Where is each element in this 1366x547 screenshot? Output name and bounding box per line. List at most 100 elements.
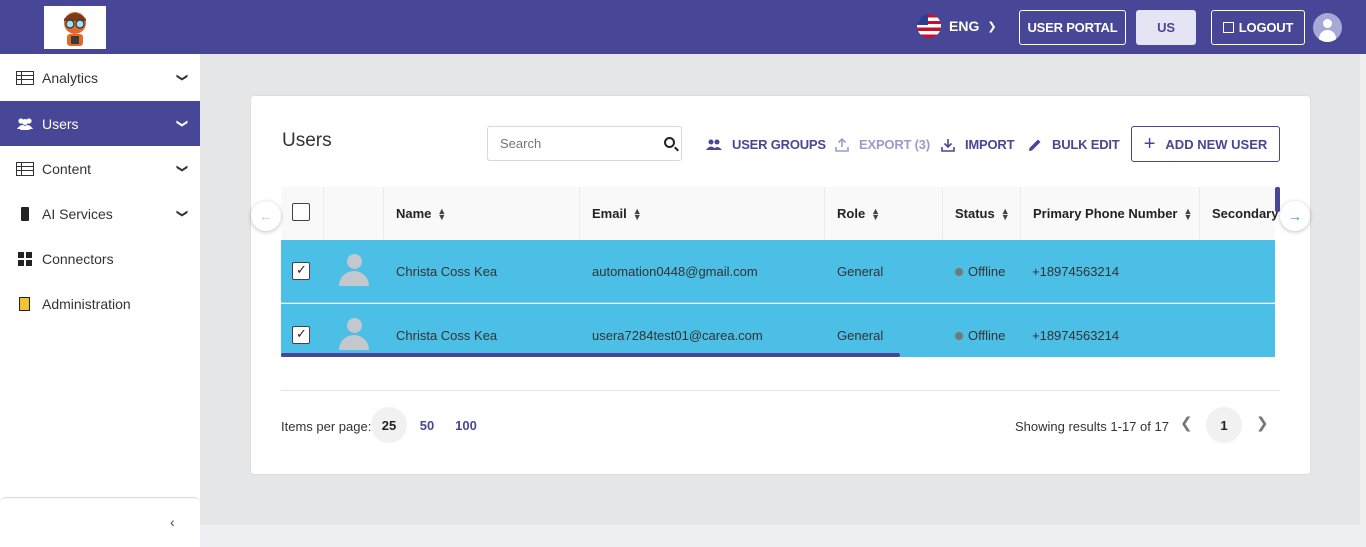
table-icon	[16, 161, 34, 176]
results-count: Showing results 1-17 of 17	[1015, 419, 1169, 434]
chevron-down-icon: ❯	[176, 208, 189, 219]
users-icon	[17, 117, 33, 130]
cell-status: Offline	[943, 240, 1005, 303]
users-card: Users USER GROUPS EXPORT (3) IMPORT BULK…	[250, 95, 1311, 475]
column-header-secondary[interactable]: Secondary	[1200, 187, 1280, 240]
page-footer	[200, 525, 1366, 547]
column-header-name[interactable]: Name ▲ ▼	[384, 187, 580, 240]
cell-name: Christa Coss Kea	[396, 328, 498, 343]
sort-icon: ▲ ▼	[437, 205, 447, 222]
user-avatar-placeholder	[339, 254, 369, 286]
table-header: Name ▲ ▼ Email ▲ ▼ Role ▲ ▼ Status ▲ ▼ Primary P…	[281, 187, 1278, 240]
bulk-edit-label: BULK EDIT	[1052, 137, 1120, 152]
top-bar: ENG ❯ USER PORTAL US LOGOUT	[0, 0, 1366, 54]
export-label: EXPORT (3)	[859, 137, 930, 152]
sort-icon: ▲ ▼	[1183, 205, 1193, 222]
user-portal-button[interactable]: USER PORTAL	[1019, 10, 1126, 45]
sidebar-item-label: Analytics	[42, 69, 99, 86]
arrow-left-icon: ←	[259, 208, 273, 224]
mascot-logo-icon	[64, 11, 86, 46]
language-label: ENG	[949, 18, 980, 34]
export-button[interactable]: EXPORT (3)	[835, 137, 930, 152]
vertical-scrollbar[interactable]	[1275, 187, 1280, 212]
scroll-right-button[interactable]: →	[1280, 201, 1310, 231]
arrow-right-icon: →	[1288, 208, 1302, 224]
search-input[interactable]	[488, 127, 658, 160]
chevron-left-icon: ‹	[170, 514, 175, 530]
items-per-page-option[interactable]: 50	[409, 407, 445, 443]
cell-email: automation0448@gmail.com	[592, 264, 758, 279]
clipboard-icon	[19, 296, 30, 311]
chevron-down-icon: ❯	[176, 72, 189, 83]
chevron-down-icon: ❯	[176, 118, 189, 129]
add-new-user-label: ADD NEW USER	[1165, 136, 1268, 152]
upload-icon	[835, 137, 849, 152]
column-header-role[interactable]: Role ▲ ▼	[825, 187, 943, 240]
table-icon	[16, 70, 34, 85]
pencil-icon	[1029, 139, 1041, 151]
sidebar-item-administration[interactable]: Administration	[0, 281, 200, 326]
sort-icon: ▲ ▼	[1000, 205, 1010, 222]
avatar-column-header	[324, 187, 384, 240]
sort-icon: ▲ ▼	[871, 205, 881, 222]
items-per-page-option[interactable]: 100	[448, 407, 484, 443]
sidebar-item-ai-services[interactable]: AI Services ❯	[0, 191, 200, 236]
cell-role: General	[837, 264, 884, 279]
select-all-checkbox[interactable]	[292, 203, 310, 221]
user-groups-button[interactable]: USER GROUPS	[706, 137, 826, 152]
current-page[interactable]: 1	[1206, 407, 1242, 443]
divider	[281, 390, 1280, 391]
sidebar-item-label: Administration	[42, 295, 131, 312]
search-box[interactable]	[487, 126, 682, 161]
cell-name: Christa Coss Kea	[396, 264, 498, 279]
user-groups-label: USER GROUPS	[732, 137, 826, 152]
add-new-user-button[interactable]: + ADD NEW USER	[1131, 126, 1280, 162]
row-checkbox[interactable]	[292, 262, 310, 280]
table-row[interactable]: Christa Coss Kea usera7284test01@carea.c…	[281, 304, 1275, 357]
sidebar-item-label: Users	[42, 115, 79, 132]
previous-page-button[interactable]: ❮	[1180, 414, 1193, 432]
column-header-email[interactable]: Email ▲ ▼	[580, 187, 825, 240]
next-page-button[interactable]: ❯	[1256, 414, 1269, 432]
items-per-page-option[interactable]: 25	[371, 407, 407, 443]
row-checkbox[interactable]	[292, 326, 310, 344]
chevron-down-icon: ❯	[987, 20, 997, 33]
plus-icon: +	[1143, 132, 1156, 155]
user-avatar[interactable]	[1313, 13, 1342, 42]
items-per-page-label: Items per page:	[281, 419, 372, 434]
cell-phone: +18974563214	[1032, 264, 1120, 279]
page-scrollbar[interactable]	[1360, 54, 1366, 525]
sidebar-item-label: Content	[42, 160, 92, 177]
sidebar-item-label: Connectors	[42, 250, 114, 267]
import-button[interactable]: IMPORT	[941, 137, 1015, 152]
sidebar-item-connectors[interactable]: Connectors	[0, 236, 200, 281]
cell-role: General	[837, 328, 884, 343]
cell-phone: +18974563214	[1032, 328, 1120, 343]
cell-status: Offline	[943, 304, 1005, 357]
column-header-status[interactable]: Status ▲ ▼	[943, 187, 1021, 240]
logout-button[interactable]: LOGOUT	[1211, 10, 1305, 45]
logout-icon	[1222, 22, 1234, 33]
horizontal-scrollbar[interactable]	[281, 353, 900, 357]
grid-icon	[18, 251, 32, 266]
cell-email: usera7284test01@carea.com	[592, 328, 763, 343]
chip-icon	[21, 206, 29, 221]
sort-icon: ▲ ▼	[632, 205, 642, 222]
sidebar: Analytics ❯ Users ❯ Content ❯ AI Service…	[0, 54, 200, 547]
app-logo[interactable]	[44, 6, 106, 49]
page-title: Users	[282, 130, 332, 151]
sidebar-item-users[interactable]: Users ❯	[0, 101, 200, 146]
bulk-edit-button[interactable]: BULK EDIT	[1028, 137, 1120, 152]
table-row[interactable]: Christa Coss Kea automation0448@gmail.co…	[281, 240, 1275, 303]
download-icon	[941, 138, 955, 152]
column-header-primary-phone[interactable]: Primary Phone Number ▲ ▼	[1021, 187, 1200, 240]
us-flag-icon	[917, 14, 941, 38]
search-icon[interactable]	[664, 137, 675, 148]
sidebar-item-analytics[interactable]: Analytics ❯	[0, 55, 200, 100]
region-button[interactable]: US	[1136, 10, 1196, 45]
sidebar-item-content[interactable]: Content ❯	[0, 146, 200, 191]
scroll-left-button[interactable]: ←	[251, 201, 281, 231]
sidebar-collapse-button[interactable]: ‹	[0, 497, 200, 547]
chevron-down-icon: ❯	[176, 163, 189, 174]
language-selector[interactable]: ENG ❯	[917, 14, 997, 38]
